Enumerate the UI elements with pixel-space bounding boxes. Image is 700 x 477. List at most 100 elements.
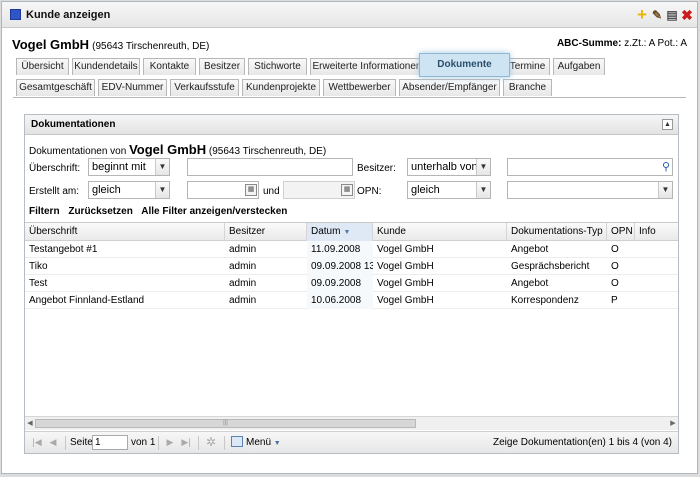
cell-datum: 09.09.2008: [307, 275, 373, 292]
cell-kunde: Vogel GmbH: [377, 278, 434, 289]
intro-prefix: Dokumentationen von: [29, 146, 127, 157]
scrollbar-thumb[interactable]: |||: [35, 419, 416, 428]
column-header-dokumentations-typ[interactable]: Dokumentations-Typ: [507, 223, 607, 241]
save-icon[interactable]: ▤: [665, 8, 679, 22]
cell-opn: O: [611, 261, 619, 272]
ueberschrift-input[interactable]: [187, 158, 353, 176]
tab-aufgaben[interactable]: Aufgaben: [553, 58, 605, 75]
table-row[interactable]: Test admin 09.09.2008 Vogel GmbH Angebot…: [25, 275, 678, 292]
intro-customer-address: (95643 Tirschenreuth, DE): [208, 146, 327, 157]
menu-button[interactable]: Menü ▼: [231, 436, 281, 448]
tab-dokumente[interactable]: Dokumente: [419, 53, 510, 77]
tab-erweiterte-informationen[interactable]: Erweiterte Informationen: [310, 58, 424, 75]
column-header-label: Kunde: [377, 226, 406, 237]
menu-label: Menü: [246, 437, 272, 448]
cell-info: [635, 241, 678, 258]
grid-header: Überschrift Besitzer Datum ▼ Kunde Dokume…: [25, 223, 678, 241]
column-header-besitzer[interactable]: Besitzer: [225, 223, 307, 241]
tab-kundendetails[interactable]: Kundendetails: [72, 58, 140, 75]
opn-operator-select[interactable]: gleich ▼: [407, 181, 491, 199]
pencil-icon[interactable]: ✎: [650, 8, 664, 22]
column-header-label: Datum: [311, 226, 341, 237]
customer-header: Vogel GmbH (95643 Tirschenreuth, DE): [12, 37, 209, 52]
erstellt-operator-select[interactable]: gleich ▼: [88, 181, 170, 199]
collapse-icon[interactable]: ▲: [662, 119, 673, 130]
opn-label: OPN:: [357, 186, 382, 197]
documentation-grid: Überschrift Besitzer Datum ▼ Kunde Dokume…: [25, 222, 678, 420]
customer-name: Vogel GmbH: [12, 37, 90, 52]
tab-kundenprojekte[interactable]: Kundenprojekte: [242, 79, 320, 96]
reset-button[interactable]: Zurücksetzen: [68, 206, 132, 217]
tab-branche[interactable]: Branche: [503, 79, 552, 96]
cell-besitzer: admin: [229, 244, 257, 255]
tab-besitzer[interactable]: Besitzer: [199, 58, 245, 75]
chevron-down-icon: ▼: [476, 182, 490, 198]
column-header-info[interactable]: Info: [635, 223, 678, 241]
besitzer-input[interactable]: ⚲: [507, 158, 673, 176]
window-app-icon: [10, 9, 21, 20]
scroll-right-icon[interactable]: ▶: [668, 418, 678, 429]
opn-value-select[interactable]: ▼: [507, 181, 673, 199]
tab-termine[interactable]: Termine: [505, 58, 550, 75]
customer-window: Kunde anzeigen + ✎ ▤ ✖ Vogel GmbH (95643…: [1, 1, 698, 474]
cell-dokumentations-typ: Angebot: [511, 278, 549, 289]
column-header-label: Besitzer: [229, 226, 266, 237]
cell-ueberschrift: Tiko: [29, 261, 48, 272]
paging-toolbar: |◀ ◀ Seite 1 von 1 ▶ ▶| ✲ Menü ▼ Zeige D…: [25, 431, 678, 453]
page-number-input[interactable]: 1: [92, 435, 128, 450]
calendar-icon[interactable]: ▦: [341, 184, 353, 196]
cell-datum: 11.09.2008: [307, 241, 373, 258]
first-page-icon[interactable]: |◀: [31, 436, 43, 449]
filter-button[interactable]: Filtern: [29, 206, 60, 217]
panel-header: Dokumentationen ▲: [25, 115, 678, 135]
besitzer-label: Besitzer:: [357, 163, 396, 174]
sort-descending-icon: ▼: [343, 229, 351, 236]
tab-absender-empfaenger[interactable]: Absender/Empfänger: [399, 79, 500, 96]
tab-gesamtgeschaeft[interactable]: Gesamtgeschäft: [16, 79, 95, 96]
horizontal-scrollbar[interactable]: ◀ ||| ▶: [25, 416, 678, 430]
toggle-filters-button[interactable]: Alle Filter anzeigen/verstecken: [141, 206, 287, 217]
chevron-down-icon: ▼: [155, 159, 169, 175]
grid-menu-icon: [231, 436, 243, 447]
tab-verkaufsstufe[interactable]: Verkaufsstufe: [170, 79, 239, 96]
besitzer-operator-select[interactable]: unterhalb von ▼: [407, 158, 491, 176]
abc-summary-value: z.Zt.: A Pot.: A: [624, 38, 687, 49]
table-row[interactable]: Tiko admin 09.09.2008 13: Vogel GmbH Ges…: [25, 258, 678, 275]
chevron-down-icon: ▼: [658, 182, 672, 198]
close-icon[interactable]: ✖: [680, 8, 694, 22]
abc-summary-label: ABC-Summe:: [556, 38, 622, 49]
documentation-panel: Dokumentationen ▲ Dokumentationen von Vo…: [24, 114, 679, 454]
tab-stichworte[interactable]: Stichworte: [248, 58, 307, 75]
date-to-input[interactable]: ▦: [283, 181, 355, 199]
next-page-icon[interactable]: ▶: [164, 436, 176, 449]
panel-title: Dokumentationen: [31, 119, 116, 130]
opn-operator-value: gleich: [411, 184, 440, 196]
table-row[interactable]: Testangebot #1 admin 11.09.2008 Vogel Gm…: [25, 241, 678, 258]
tab-kontakte[interactable]: Kontakte: [143, 58, 196, 75]
table-row[interactable]: Angebot Finnland-Estland admin 10.06.200…: [25, 292, 678, 309]
column-header-label: Dokumentations-Typ: [511, 226, 603, 237]
column-header-opn[interactable]: OPN: [607, 223, 635, 241]
ueberschrift-operator-select[interactable]: beginnt mit ▼: [88, 158, 170, 176]
scroll-left-icon[interactable]: ◀: [25, 418, 35, 429]
column-header-kunde[interactable]: Kunde: [373, 223, 507, 241]
cell-info: [635, 292, 678, 309]
calendar-icon[interactable]: ▦: [245, 184, 257, 196]
tab-edv-nummer[interactable]: EDV-Nummer: [98, 79, 167, 96]
cell-ueberschrift: Testangebot #1: [29, 244, 98, 255]
tab-uebersicht[interactable]: Übersicht: [16, 58, 69, 75]
column-header-ueberschrift[interactable]: Überschrift: [25, 223, 225, 241]
last-page-icon[interactable]: ▶|: [180, 436, 192, 449]
page-count-label: von 1: [131, 437, 156, 448]
refresh-icon[interactable]: ✲: [205, 436, 217, 449]
cell-besitzer: admin: [229, 295, 257, 306]
filter-links: Filtern Zurücksetzen Alle Filter anzeige…: [29, 206, 293, 217]
plus-icon[interactable]: +: [635, 6, 649, 23]
column-header-datum[interactable]: Datum ▼: [307, 223, 373, 241]
search-icon[interactable]: ⚲: [662, 160, 670, 173]
paging-info: Zeige Dokumentation(en) 1 bis 4 (von 4): [493, 437, 672, 448]
page-label: Seite: [70, 437, 93, 448]
date-from-input[interactable]: ▦: [187, 181, 259, 199]
previous-page-icon[interactable]: ◀: [47, 436, 59, 449]
tab-wettbewerber[interactable]: Wettbewerber: [323, 79, 396, 96]
